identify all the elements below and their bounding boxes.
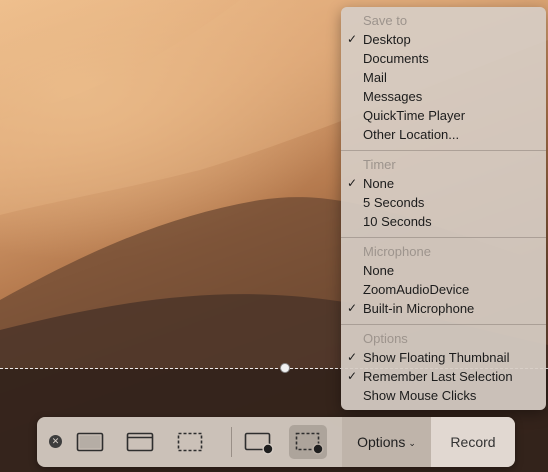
- window-icon: [126, 432, 154, 452]
- menu-separator: [341, 324, 546, 325]
- menu-item-label: Desktop: [363, 32, 411, 47]
- show-mouse-clicks-item[interactable]: Show Mouse Clicks: [341, 386, 546, 405]
- microphone-none-item[interactable]: None: [341, 261, 546, 280]
- toolbar-divider: [231, 427, 232, 457]
- menu-item-label: None: [363, 263, 395, 278]
- record-entire-screen-button[interactable]: [239, 425, 277, 459]
- menu-item-label: 5 Seconds: [363, 195, 425, 210]
- record-selection-button[interactable]: [289, 425, 327, 459]
- save-to-documents-item[interactable]: Documents: [341, 49, 546, 68]
- menu-item-label: Messages: [363, 89, 423, 104]
- menu-item-label: Show Floating Thumbnail: [363, 350, 510, 365]
- save-to-messages-item[interactable]: Messages: [341, 87, 546, 106]
- record-label: Record: [450, 434, 496, 450]
- menu-separator: [341, 150, 546, 151]
- checkmark-icon: ✓: [347, 176, 358, 190]
- capture-window-button[interactable]: [121, 425, 159, 459]
- menu-item-label: Remember Last Selection: [363, 369, 513, 384]
- menu-item-label: Built-in Microphone: [363, 301, 475, 316]
- capture-entire-screen-button[interactable]: [71, 425, 109, 459]
- save-to-header: Save to: [363, 13, 408, 28]
- menu-item-label: 10 Seconds: [363, 214, 432, 229]
- save-to-section: Save to ✓ Desktop Documents Mail Messages…: [341, 11, 546, 144]
- remember-last-selection-item[interactable]: ✓ Remember Last Selection: [341, 367, 546, 386]
- save-to-quicktime-item[interactable]: QuickTime Player: [341, 106, 546, 125]
- close-toolbar-button[interactable]: ✕: [49, 435, 62, 448]
- timer-header: Timer: [363, 157, 396, 172]
- options-section: Options ✓ Show Floating Thumbnail ✓ Rememb…: [341, 329, 546, 405]
- microphone-built-in-item[interactable]: ✓ Built-in Microphone: [341, 299, 546, 318]
- microphone-section: Microphone None ZoomAudioDevice ✓ Built-i…: [341, 242, 546, 318]
- checkmark-icon: ✓: [347, 301, 358, 315]
- menu-item-label: None: [363, 176, 395, 191]
- options-menu: Save to ✓ Desktop Documents Mail Messages…: [341, 7, 546, 410]
- checkmark-icon: ✓: [347, 350, 358, 364]
- chevron-down-icon: ⌄: [408, 437, 416, 448]
- menu-item-label: Mail: [363, 70, 387, 85]
- selection-icon: [177, 432, 203, 452]
- menu-item-label: ZoomAudioDevice: [363, 282, 470, 297]
- checkmark-icon: ✓: [347, 32, 358, 46]
- record-button[interactable]: Record: [431, 417, 515, 467]
- save-to-desktop-item[interactable]: ✓ Desktop: [341, 30, 546, 49]
- screen-icon: [76, 432, 104, 452]
- selection-resize-handle[interactable]: [280, 363, 290, 373]
- screen-record-icon: [244, 432, 274, 455]
- timer-section: Timer ✓ None 5 Seconds 10 Seconds: [341, 155, 546, 231]
- menu-item-label: Documents: [363, 51, 429, 66]
- menu-item-label: Other Location...: [363, 127, 460, 142]
- show-floating-thumbnail-item[interactable]: ✓ Show Floating Thumbnail: [341, 348, 546, 367]
- save-to-other-location-item[interactable]: Other Location...: [341, 125, 546, 144]
- menu-separator: [341, 237, 546, 238]
- save-to-mail-item[interactable]: Mail: [341, 68, 546, 87]
- menu-item-label: QuickTime Player: [363, 108, 466, 123]
- timer-10-seconds-item[interactable]: 10 Seconds: [341, 212, 546, 231]
- checkmark-icon: ✓: [347, 369, 358, 383]
- microphone-header: Microphone: [363, 244, 431, 259]
- menu-item-label: Show Mouse Clicks: [363, 388, 477, 403]
- timer-5-seconds-item[interactable]: 5 Seconds: [341, 193, 546, 212]
- timer-none-item[interactable]: ✓ None: [341, 174, 546, 193]
- capture-selection-button[interactable]: [171, 425, 209, 459]
- microphone-zoom-audio-item[interactable]: ZoomAudioDevice: [341, 280, 546, 299]
- screenshot-toolbar: ✕ Options ⌄ Record: [37, 417, 515, 467]
- selection-record-icon: [295, 432, 324, 455]
- options-header: Options: [363, 331, 408, 346]
- options-button[interactable]: Options ⌄: [342, 417, 431, 467]
- options-label: Options: [357, 434, 406, 450]
